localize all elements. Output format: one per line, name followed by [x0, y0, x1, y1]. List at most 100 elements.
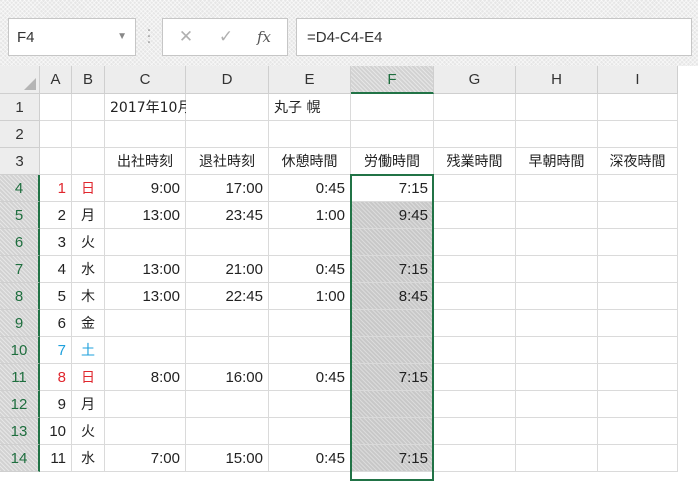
row-header-4[interactable]: 4	[0, 175, 40, 202]
cell-e13[interactable]	[269, 418, 351, 445]
cell-h4[interactable]	[516, 175, 598, 202]
cell-a1[interactable]	[40, 94, 72, 121]
cell-d6[interactable]	[186, 229, 269, 256]
cell-a7[interactable]: 4	[40, 256, 72, 283]
cell-g5[interactable]	[434, 202, 516, 229]
cell-i10[interactable]	[598, 337, 678, 364]
cell-d9[interactable]	[186, 310, 269, 337]
cell-g14[interactable]	[434, 445, 516, 472]
cell-b11[interactable]: 日	[72, 364, 105, 391]
chevron-down-icon[interactable]: ▼	[117, 31, 127, 42]
cell-e2[interactable]	[269, 121, 351, 148]
cell-b2[interactable]	[72, 121, 105, 148]
cell-c5[interactable]: 13:00	[105, 202, 186, 229]
cell-d2[interactable]	[186, 121, 269, 148]
row-header-7[interactable]: 7	[0, 256, 40, 283]
cell-g7[interactable]	[434, 256, 516, 283]
cell-h2[interactable]	[516, 121, 598, 148]
cell-a11[interactable]: 8	[40, 364, 72, 391]
cell-e11[interactable]: 0:45	[269, 364, 351, 391]
cell-c11[interactable]: 8:00	[105, 364, 186, 391]
cell-b13[interactable]: 火	[72, 418, 105, 445]
cell-g9[interactable]	[434, 310, 516, 337]
row-header-12[interactable]: 12	[0, 391, 40, 418]
row-header-1[interactable]: 1	[0, 94, 40, 121]
cell-a14[interactable]: 11	[40, 445, 72, 472]
cell-c10[interactable]	[105, 337, 186, 364]
cell-g10[interactable]	[434, 337, 516, 364]
cell-i4[interactable]	[598, 175, 678, 202]
cell-h10[interactable]	[516, 337, 598, 364]
row-header-3[interactable]: 3	[0, 148, 40, 175]
cell-f7[interactable]: 7:15	[351, 256, 434, 283]
cell-b5[interactable]: 月	[72, 202, 105, 229]
cell-g13[interactable]	[434, 418, 516, 445]
cell-f5[interactable]: 9:45	[351, 202, 434, 229]
enter-icon[interactable]: ✓	[215, 27, 237, 47]
formula-input[interactable]: =D4-C4-E4	[296, 18, 692, 56]
cell-f13[interactable]	[351, 418, 434, 445]
column-header-g[interactable]: G	[434, 66, 516, 94]
cell-i1[interactable]	[598, 94, 678, 121]
cell-c12[interactable]	[105, 391, 186, 418]
cell-a9[interactable]: 6	[40, 310, 72, 337]
cell-b14[interactable]: 水	[72, 445, 105, 472]
cell-d1[interactable]	[186, 94, 269, 121]
column-header-e[interactable]: E	[269, 66, 351, 94]
cell-c3[interactable]: 出社時刻	[105, 148, 186, 175]
cell-h6[interactable]	[516, 229, 598, 256]
drag-handle-icon[interactable]: · · ·	[143, 24, 155, 50]
cell-e5[interactable]: 1:00	[269, 202, 351, 229]
cell-h11[interactable]	[516, 364, 598, 391]
cell-e4[interactable]: 0:45	[269, 175, 351, 202]
cell-a13[interactable]: 10	[40, 418, 72, 445]
cell-d3[interactable]: 退社時刻	[186, 148, 269, 175]
select-all-corner[interactable]	[0, 66, 40, 94]
column-header-c[interactable]: C	[105, 66, 186, 94]
cell-g6[interactable]	[434, 229, 516, 256]
cell-i3[interactable]: 深夜時間	[598, 148, 678, 175]
cell-f10[interactable]	[351, 337, 434, 364]
cell-d10[interactable]	[186, 337, 269, 364]
row-header-2[interactable]: 2	[0, 121, 40, 148]
cell-h14[interactable]	[516, 445, 598, 472]
cell-e9[interactable]	[269, 310, 351, 337]
name-box[interactable]: F4 ▼	[8, 18, 136, 56]
cancel-icon[interactable]: ✕	[175, 27, 197, 47]
cell-e8[interactable]: 1:00	[269, 283, 351, 310]
cell-f8[interactable]: 8:45	[351, 283, 434, 310]
cell-e12[interactable]	[269, 391, 351, 418]
column-header-a[interactable]: A	[40, 66, 72, 94]
row-header-14[interactable]: 14	[0, 445, 40, 472]
cell-g1[interactable]	[434, 94, 516, 121]
cell-a12[interactable]: 9	[40, 391, 72, 418]
cell-h7[interactable]	[516, 256, 598, 283]
cell-f2[interactable]	[351, 121, 434, 148]
cell-e3[interactable]: 休憩時間	[269, 148, 351, 175]
cell-c4[interactable]: 9:00	[105, 175, 186, 202]
cell-d8[interactable]: 22:45	[186, 283, 269, 310]
cell-c2[interactable]	[105, 121, 186, 148]
row-header-5[interactable]: 5	[0, 202, 40, 229]
cell-g8[interactable]	[434, 283, 516, 310]
cell-a4[interactable]: 1	[40, 175, 72, 202]
cell-a6[interactable]: 3	[40, 229, 72, 256]
row-header-9[interactable]: 9	[0, 310, 40, 337]
column-header-b[interactable]: B	[72, 66, 105, 94]
cell-c1[interactable]: 2017年10月	[105, 94, 191, 121]
cell-h12[interactable]	[516, 391, 598, 418]
cell-h9[interactable]	[516, 310, 598, 337]
cell-f6[interactable]	[351, 229, 434, 256]
cell-b8[interactable]: 木	[72, 283, 105, 310]
cell-d13[interactable]	[186, 418, 269, 445]
cell-b12[interactable]: 月	[72, 391, 105, 418]
cell-i12[interactable]	[598, 391, 678, 418]
row-header-8[interactable]: 8	[0, 283, 40, 310]
cell-e10[interactable]	[269, 337, 351, 364]
cell-e1[interactable]: 丸子 幌	[269, 94, 351, 121]
cell-g2[interactable]	[434, 121, 516, 148]
cell-i11[interactable]	[598, 364, 678, 391]
cell-f11[interactable]: 7:15	[351, 364, 434, 391]
cell-c7[interactable]: 13:00	[105, 256, 186, 283]
cell-d5[interactable]: 23:45	[186, 202, 269, 229]
